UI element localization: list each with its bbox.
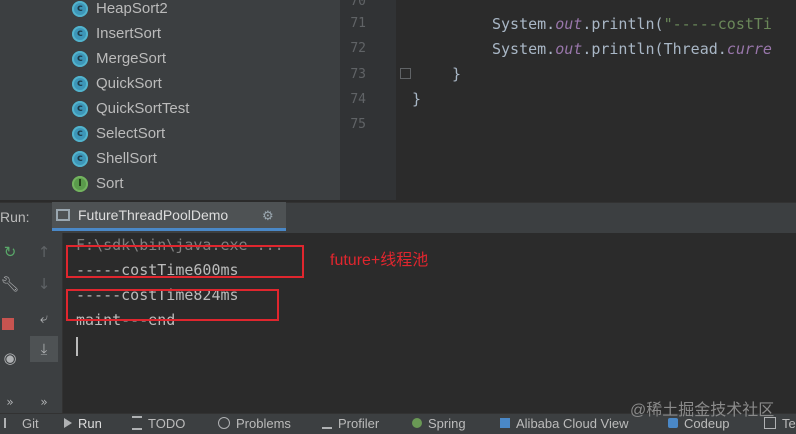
line-number: 74: [350, 92, 366, 107]
tool-git[interactable]: Git: [4, 413, 39, 433]
tool-spring[interactable]: Spring: [412, 413, 466, 433]
code-line-72: System.out.println(Thread.curre: [492, 40, 772, 58]
class-icon: c: [72, 50, 88, 67]
scroll-to-end-icon[interactable]: ⤓: [30, 336, 58, 362]
interface-icon: I: [72, 175, 88, 192]
line-number: 70: [350, 0, 366, 9]
tree-item-heapsort2[interactable]: c HeapSort2: [72, 0, 168, 21]
line-number: 75: [350, 117, 366, 132]
editor-gutter: 70 71 72 73 74 75: [340, 0, 396, 200]
tree-item-quicksorttest[interactable]: c QuickSortTest: [72, 96, 189, 121]
class-icon: c: [72, 150, 88, 167]
run-tab-futurethreadpooldemo[interactable]: FutureThreadPoolDemo: [52, 202, 286, 231]
line-number: 71: [350, 16, 366, 31]
tree-item-insertsort[interactable]: c InsertSort: [72, 21, 161, 46]
tool-todo[interactable]: TODO: [132, 413, 185, 433]
tool-alibaba-cloud-view[interactable]: Alibaba Cloud View: [500, 413, 629, 433]
class-icon: c: [72, 100, 88, 117]
tree-item-quicksort[interactable]: c QuickSort: [72, 71, 162, 96]
tool-problems[interactable]: Problems: [218, 413, 291, 433]
tree-item-mergesort[interactable]: c MergeSort: [72, 46, 166, 71]
console-icon: [56, 209, 70, 221]
highlight-box: [66, 245, 304, 278]
annotation-label: future+线程池: [330, 252, 429, 269]
arrow-up-icon[interactable]: ↑: [32, 241, 56, 263]
line-number: 72: [350, 41, 366, 56]
todo-icon: [132, 416, 142, 430]
code-line-71: System.out.println("-----costTi: [492, 15, 772, 33]
cloud-icon: [500, 418, 510, 428]
run-toolbar-secondary: ↑ ↓ ⤶ ⤓ »: [28, 233, 63, 413]
class-icon: c: [72, 125, 88, 142]
spring-icon: [412, 418, 422, 428]
gear-icon[interactable]: ⚙: [262, 209, 274, 224]
tree-item-label: InsertSort: [96, 25, 162, 42]
tree-item-label: QuickSort: [96, 75, 162, 92]
git-icon: [4, 418, 16, 428]
text-cursor: [76, 337, 78, 356]
tree-item-label: ShellSort: [96, 150, 157, 167]
tree-item-shellsort[interactable]: c ShellSort: [72, 146, 157, 171]
class-icon: c: [72, 0, 88, 17]
tree-item-sort[interactable]: I Sort: [72, 171, 124, 196]
problems-icon: [218, 417, 230, 429]
code-line-74: }: [412, 90, 422, 108]
wrench-icon[interactable]: 🔧︎: [0, 273, 20, 295]
run-toolbar-primary: ↻ 🔧︎ ◉ »: [0, 233, 28, 413]
tree-item-label: QuickSortTest: [96, 100, 190, 117]
tree-item-selectsort[interactable]: c SelectSort: [72, 121, 165, 146]
tree-item-label: HeapSort2: [96, 0, 168, 17]
play-icon: [64, 418, 72, 428]
tool-run[interactable]: Run: [64, 413, 102, 433]
code-line-73: }: [452, 65, 462, 83]
camera-icon[interactable]: ◉: [0, 347, 20, 369]
run-tab-label: FutureThreadPoolDemo: [78, 207, 229, 223]
more-icon[interactable]: »: [32, 393, 56, 411]
class-icon: c: [72, 25, 88, 42]
class-icon: c: [72, 75, 88, 92]
soft-wrap-icon[interactable]: ⤶: [32, 307, 56, 329]
more-icon[interactable]: »: [0, 393, 20, 411]
tool-profiler[interactable]: Profiler: [322, 413, 379, 433]
project-tree: c HeapSort2 c InsertSort c MergeSort c Q…: [0, 0, 340, 200]
tree-item-label: MergeSort: [96, 50, 167, 67]
run-title: Run:: [0, 209, 30, 225]
arrow-down-icon[interactable]: ↓: [32, 273, 56, 295]
fold-marker-icon[interactable]: [400, 68, 411, 79]
highlight-box: [66, 289, 279, 321]
line-number: 73: [350, 67, 366, 82]
rerun-icon[interactable]: ↻: [0, 241, 20, 263]
profiler-icon: [322, 417, 332, 429]
tree-item-label: SelectSort: [96, 125, 166, 142]
stop-icon[interactable]: [2, 318, 14, 330]
watermark: @稀土掘金技术社区: [630, 402, 775, 419]
tree-item-label: Sort: [96, 175, 124, 192]
